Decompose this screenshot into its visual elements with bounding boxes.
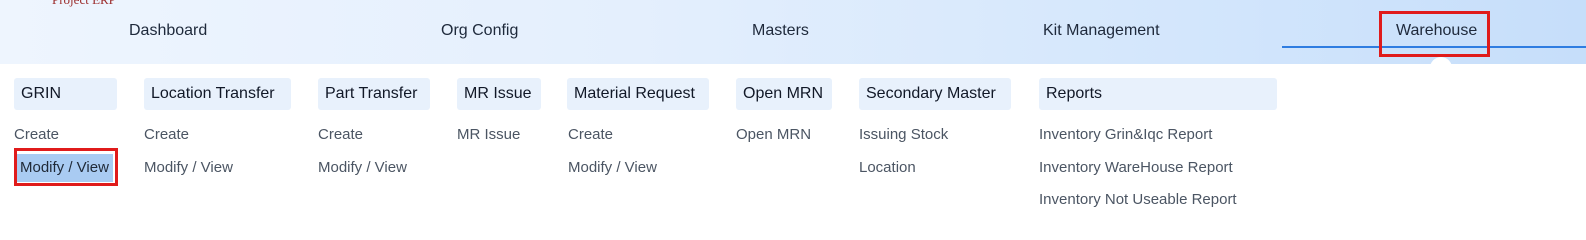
group-header-material-request: Material Request	[567, 78, 709, 110]
material-request-create-link[interactable]: Create	[568, 126, 613, 143]
inventory-grin-iqc-report-link[interactable]: Inventory Grin&Iqc Report	[1039, 126, 1212, 143]
mr-issue-link[interactable]: MR Issue	[457, 126, 520, 143]
nav-item-dashboard[interactable]: Dashboard	[129, 22, 207, 40]
group-header-location-transfer: Location Transfer	[144, 78, 291, 110]
material-request-modify-view-link[interactable]: Modify / View	[568, 159, 657, 176]
part-transfer-modify-view-link[interactable]: Modify / View	[318, 159, 407, 176]
group-header-secondary-master: Secondary Master	[859, 78, 1011, 110]
location-transfer-modify-view-link[interactable]: Modify / View	[144, 159, 233, 176]
grin-modify-view-link[interactable]: Modify / View	[16, 154, 113, 182]
inventory-warehouse-report-link[interactable]: Inventory WareHouse Report	[1039, 159, 1233, 176]
part-transfer-create-link[interactable]: Create	[318, 126, 363, 143]
group-header-part-transfer: Part Transfer	[318, 78, 430, 110]
nav-item-org-config[interactable]: Org Config	[441, 22, 518, 40]
active-nav-underline	[1282, 46, 1586, 48]
logo-text: Project ERP	[52, 0, 116, 8]
grin-create-link[interactable]: Create	[14, 126, 59, 143]
issuing-stock-link[interactable]: Issuing Stock	[859, 126, 948, 143]
group-header-mr-issue: MR Issue	[457, 78, 541, 110]
location-transfer-create-link[interactable]: Create	[144, 126, 189, 143]
group-header-open-mrn: Open MRN	[736, 78, 832, 110]
open-mrn-link[interactable]: Open MRN	[736, 126, 811, 143]
inventory-not-useable-report-link[interactable]: Inventory Not Useable Report	[1039, 191, 1237, 208]
nav-item-kit-management[interactable]: Kit Management	[1043, 22, 1160, 40]
location-link[interactable]: Location	[859, 159, 916, 176]
group-header-grin: GRIN	[14, 78, 117, 110]
nav-item-warehouse[interactable]: Warehouse	[1396, 22, 1477, 40]
group-header-reports: Reports	[1039, 78, 1277, 110]
top-navigation-bar: Project ERP Dashboard Org Config Masters…	[0, 0, 1586, 64]
nav-item-masters[interactable]: Masters	[752, 22, 809, 40]
